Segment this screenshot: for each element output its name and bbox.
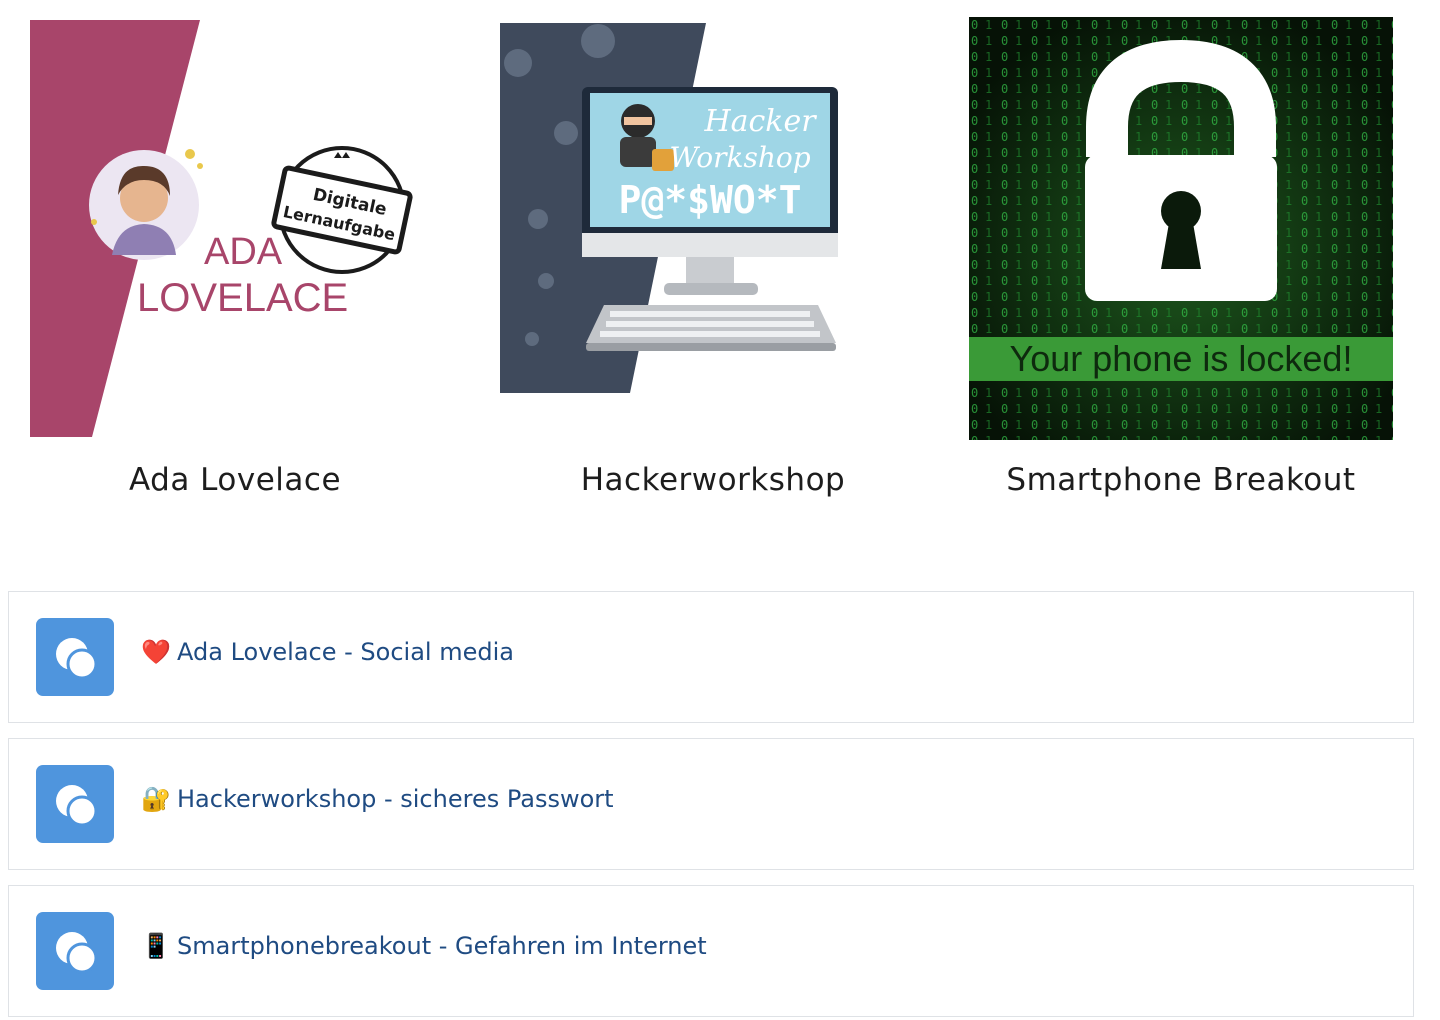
card-hackerworkshop[interactable]: Hacker Workshop P@*$WO*T Hackerworkshop — [477, 0, 947, 520]
activity-item[interactable]: 🔐 Hackerworkshop - sicheres Passwort — [8, 738, 1414, 870]
h5p-activity-icon[interactable] — [36, 618, 114, 696]
smartphone-breakout-image[interactable]: 0 1 Your phone is locked! — [969, 17, 1393, 440]
ada-lovelace-illustration: Digitale Lernaufgabe ADA LOVELACE — [30, 20, 420, 437]
activity-item[interactable]: 📱 Smartphonebreakout - Gefahren im Intern… — [8, 885, 1414, 1017]
card-title[interactable]: Ada Lovelace — [0, 462, 470, 498]
screen-password: P@*$WO*T — [618, 178, 801, 222]
h5p-activity-icon[interactable] — [36, 912, 114, 990]
ada-lovelace-image[interactable]: Digitale Lernaufgabe ADA LOVELACE — [30, 20, 420, 437]
card-smartphone-breakout[interactable]: 0 1 Your phone is locked! Smartphone Bre… — [946, 0, 1416, 520]
ada-name-line1: ADA — [204, 231, 283, 273]
activity-label[interactable]: Hackerworkshop - sicheres Passwort — [177, 785, 614, 813]
hackerworkshop-image[interactable]: Hacker Workshop P@*$WO*T — [500, 23, 840, 393]
screen-script-line1: Hacker — [703, 104, 817, 139]
ada-name-line2: LOVELACE — [137, 276, 348, 320]
bubbles-icon — [56, 785, 98, 827]
heart-icon: ❤️ — [141, 638, 171, 666]
activity-label[interactable]: Ada Lovelace - Social media — [177, 638, 514, 666]
activity-link[interactable]: 🔐 Hackerworkshop - sicheres Passwort — [141, 785, 614, 813]
computer-illustration: Hacker Workshop P@*$WO*T — [500, 23, 840, 393]
card-title[interactable]: Hackerworkshop — [477, 462, 949, 498]
card-title[interactable]: Smartphone Breakout — [946, 462, 1416, 498]
lock-key-icon: 🔐 — [141, 785, 171, 813]
bubbles-icon — [56, 638, 98, 680]
screen-script-line2: Workshop — [669, 141, 810, 174]
banner-text: Your phone is locked! — [1010, 338, 1353, 379]
activity-label[interactable]: Smartphonebreakout - Gefahren im Interne… — [177, 932, 707, 960]
card-ada-lovelace[interactable]: Digitale Lernaufgabe ADA LOVELACE Ada Lo… — [0, 0, 470, 520]
activity-item[interactable]: ❤️ Ada Lovelace - Social media — [8, 591, 1414, 723]
h5p-activity-icon[interactable] — [36, 765, 114, 843]
mobile-phone-icon: 📱 — [141, 932, 171, 960]
bubbles-icon — [56, 932, 98, 974]
activity-link[interactable]: 📱 Smartphonebreakout - Gefahren im Intern… — [141, 932, 707, 960]
activity-link[interactable]: ❤️ Ada Lovelace - Social media — [141, 638, 514, 666]
padlock-illustration: 0 1 Your phone is locked! — [969, 17, 1393, 440]
